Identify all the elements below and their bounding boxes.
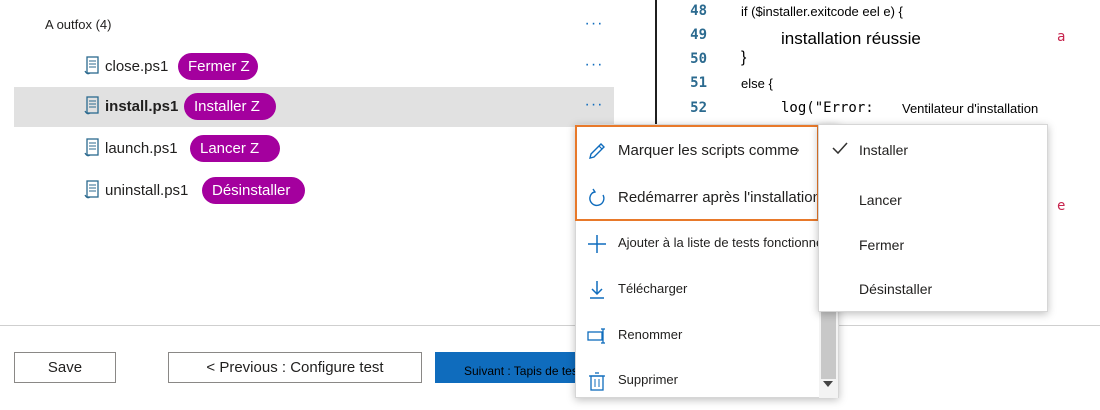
script-file-icon xyxy=(84,56,99,75)
submenu-item-label: Lancer xyxy=(859,192,902,208)
trash-icon xyxy=(589,372,605,391)
file-tree: A outfox (4) ··· close.ps1 Fermer Z ··· … xyxy=(0,0,655,325)
download-icon xyxy=(590,281,604,299)
file-name: close.ps1 xyxy=(105,58,169,75)
script-tag-badge: Lancer Z xyxy=(190,135,280,162)
menu-item-restart[interactable]: Redémarrer après l'installation xyxy=(576,176,822,221)
menu-item-add-to-tests[interactable]: Ajouter à la liste de tests fonctionnels xyxy=(576,222,833,267)
rename-icon xyxy=(587,328,605,344)
script-tag-badge: Fermer Z xyxy=(178,53,258,80)
chevron-right-icon: › xyxy=(795,141,800,157)
line-number: 48 xyxy=(690,3,707,19)
save-button[interactable]: Save xyxy=(14,352,116,383)
code-fragment: a xyxy=(1057,29,1066,45)
code-fragment: e xyxy=(1057,198,1066,214)
menu-item-mark-scripts[interactable]: Marquer les scripts comme xyxy=(576,129,822,174)
submenu-item-installer[interactable]: Installer xyxy=(819,127,1049,172)
restart-icon xyxy=(589,188,605,207)
menu-item-label: Redémarrer après l'installation xyxy=(618,189,821,206)
line-number: 49 xyxy=(690,27,707,43)
menu-item-delete[interactable]: Supprimer xyxy=(576,359,822,404)
script-file-icon xyxy=(84,180,99,199)
submenu-item-label: Désinstaller xyxy=(859,281,933,297)
group-more-button[interactable]: ··· xyxy=(580,16,608,37)
menu-item-label: Ajouter à la liste de tests fonctionnels xyxy=(618,235,833,250)
checkmark-icon xyxy=(832,142,848,155)
code-line: } xyxy=(741,49,747,66)
line-number: 51 xyxy=(690,75,707,91)
menu-item-label: Télécharger xyxy=(618,281,688,296)
menu-item-download[interactable]: Télécharger xyxy=(576,268,822,313)
menu-item-label: Marquer les scripts comme xyxy=(618,142,799,159)
file-name: uninstall.ps1 xyxy=(105,182,189,199)
line-number: 50 xyxy=(690,51,707,67)
file-row-uninstall[interactable]: uninstall.ps1 Désinstaller xyxy=(14,171,614,211)
mark-as-submenu: Installer Lancer Fermer Désinstaller xyxy=(818,124,1048,312)
group-label[interactable]: A outfox (4) xyxy=(45,17,111,32)
pencil-icon xyxy=(589,143,605,159)
script-tag-badge: Désinstaller xyxy=(202,177,305,204)
code-line-prefix: log("Error: xyxy=(781,100,874,116)
plus-icon xyxy=(588,235,606,253)
menu-item-label: Supprimer xyxy=(618,372,678,387)
file-name: launch.ps1 xyxy=(105,140,178,157)
menu-item-label: Renommer xyxy=(618,327,683,342)
script-file-icon xyxy=(84,96,99,115)
code-line: if ($installer.exitcode eel e) { xyxy=(741,4,903,19)
submenu-item-desinstaller[interactable]: Désinstaller xyxy=(819,266,1049,311)
submenu-item-label: Installer xyxy=(859,142,909,158)
script-file-icon xyxy=(84,138,99,157)
file-row-install[interactable]: install.ps1 Installer Z xyxy=(14,87,614,127)
file-name: install.ps1 xyxy=(105,98,179,115)
file-more-button-close[interactable]: ··· xyxy=(580,57,608,78)
code-line: Ventilateur d'installation xyxy=(902,101,1039,116)
submenu-item-fermer[interactable]: Fermer xyxy=(819,222,1049,267)
previous-button[interactable]: < Previous : Configure test xyxy=(168,352,422,383)
file-more-button-install[interactable]: ··· xyxy=(580,97,608,118)
line-number: 52 xyxy=(690,100,707,116)
file-row-launch[interactable]: launch.ps1 Lancer Z xyxy=(14,129,614,169)
submenu-item-lancer[interactable]: Lancer xyxy=(819,177,1049,222)
submenu-item-label: Fermer xyxy=(859,237,905,253)
footer-divider xyxy=(0,325,1100,326)
script-tag-badge: Installer Z xyxy=(184,93,276,120)
scroll-down-arrow-icon[interactable] xyxy=(823,381,833,387)
code-line: installation réussie xyxy=(781,29,921,48)
file-row-close[interactable]: close.ps1 Fermer Z xyxy=(14,47,614,87)
code-line: else { xyxy=(741,76,773,91)
context-menu: Marquer les scripts comme Redémarrer apr… xyxy=(575,124,839,398)
menu-item-rename[interactable]: Renommer xyxy=(576,314,822,359)
